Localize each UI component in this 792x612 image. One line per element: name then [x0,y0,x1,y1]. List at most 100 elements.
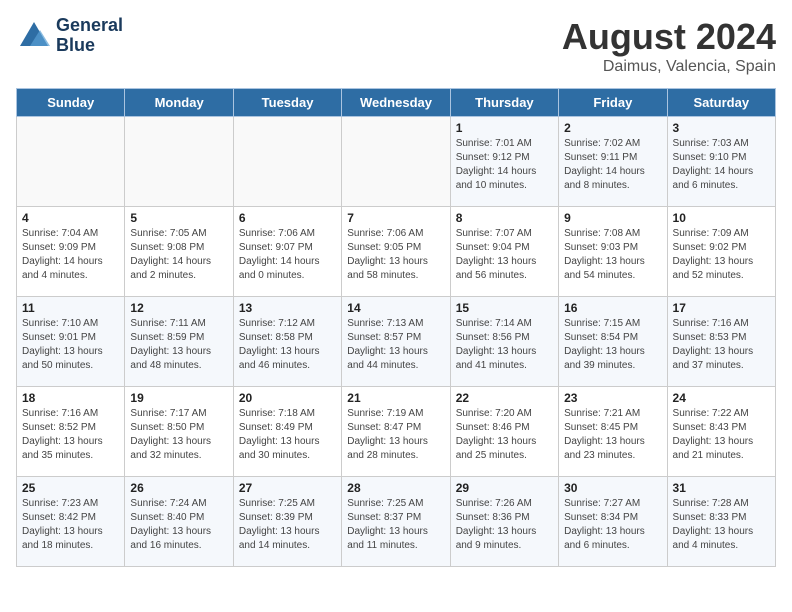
day-cell: 17 Sunrise: 7:16 AM Sunset: 8:53 PM Dayli… [667,297,775,387]
day-info: Sunrise: 7:03 AM Sunset: 9:10 PM Dayligh… [673,137,770,193]
day-number: 26 [130,481,227,495]
day-cell: 9 Sunrise: 7:08 AM Sunset: 9:03 PM Daylig… [559,207,667,297]
day-cell: 6Sunrise: 7:06 AM Sunset: 9:07 PM Daylig… [233,207,341,297]
day-number: 3 [673,121,770,135]
day-cell: 1 Sunrise: 7:01 AM Sunset: 9:12 PM Daylig… [450,117,558,207]
day-cell: 20 Sunrise: 7:18 AM Sunset: 8:49 PM Dayli… [233,387,341,477]
day-number: 22 [456,391,553,405]
calendar-table: SundayMondayTuesdayWednesdayThursdayFrid… [16,88,776,567]
day-info: Sunrise: 7:26 AM Sunset: 8:36 PM Dayligh… [456,497,553,553]
day-number: 19 [130,391,227,405]
day-cell: 28 Sunrise: 7:25 AM Sunset: 8:37 PM Dayli… [342,477,450,567]
weekday-header-wednesday: Wednesday [342,89,450,117]
day-info: Sunrise: 7:25 AM Sunset: 8:39 PM Dayligh… [239,497,336,553]
day-info: Sunrise: 7:13 AM Sunset: 8:57 PM Dayligh… [347,317,444,373]
day-cell: 3 Sunrise: 7:03 AM Sunset: 9:10 PM Daylig… [667,117,775,207]
location-subtitle: Daimus, Valencia, Spain [562,58,776,76]
logo: General Blue [16,16,123,56]
day-info: Sunrise: 7:18 AM Sunset: 8:49 PM Dayligh… [239,407,336,463]
day-info: Sunrise: 7:25 AM Sunset: 8:37 PM Dayligh… [347,497,444,553]
day-number: 2 [564,121,661,135]
week-row-4: 18 Sunrise: 7:16 AM Sunset: 8:52 PM Dayli… [17,387,776,477]
weekday-header-tuesday: Tuesday [233,89,341,117]
day-cell: 11Sunrise: 7:10 AM Sunset: 9:01 PM Dayli… [17,297,125,387]
day-cell: 10Sunrise: 7:09 AM Sunset: 9:02 PM Dayli… [667,207,775,297]
day-cell [125,117,233,207]
day-cell: 25 Sunrise: 7:23 AM Sunset: 8:42 PM Dayli… [17,477,125,567]
day-number: 7 [347,211,444,225]
day-number: 13 [239,301,336,315]
logo-icon [16,18,52,54]
day-cell: 22 Sunrise: 7:20 AM Sunset: 8:46 PM Dayli… [450,387,558,477]
day-cell: 16 Sunrise: 7:15 AM Sunset: 8:54 PM Dayli… [559,297,667,387]
day-info: Sunrise: 7:05 AM Sunset: 9:08 PM Dayligh… [130,227,227,283]
day-cell: 12 Sunrise: 7:11 AM Sunset: 8:59 PM Dayli… [125,297,233,387]
day-info: Sunrise: 7:17 AM Sunset: 8:50 PM Dayligh… [130,407,227,463]
day-cell: 15Sunrise: 7:14 AM Sunset: 8:56 PM Dayli… [450,297,558,387]
day-info: Sunrise: 7:08 AM Sunset: 9:03 PM Dayligh… [564,227,661,283]
day-number: 16 [564,301,661,315]
day-info: Sunrise: 7:16 AM Sunset: 8:52 PM Dayligh… [22,407,119,463]
week-row-3: 11Sunrise: 7:10 AM Sunset: 9:01 PM Dayli… [17,297,776,387]
day-cell [17,117,125,207]
day-cell [233,117,341,207]
day-number: 9 [564,211,661,225]
day-cell: 7Sunrise: 7:06 AM Sunset: 9:05 PM Daylig… [342,207,450,297]
day-number: 18 [22,391,119,405]
day-info: Sunrise: 7:16 AM Sunset: 8:53 PM Dayligh… [673,317,770,373]
day-info: Sunrise: 7:04 AM Sunset: 9:09 PM Dayligh… [22,227,119,283]
day-cell: 30 Sunrise: 7:27 AM Sunset: 8:34 PM Dayli… [559,477,667,567]
day-info: Sunrise: 7:09 AM Sunset: 9:02 PM Dayligh… [673,227,770,283]
weekday-header-row: SundayMondayTuesdayWednesdayThursdayFrid… [17,89,776,117]
title-block: August 2024 Daimus, Valencia, Spain [562,16,776,76]
day-number: 20 [239,391,336,405]
week-row-2: 4 Sunrise: 7:04 AM Sunset: 9:09 PM Daylig… [17,207,776,297]
day-info: Sunrise: 7:21 AM Sunset: 8:45 PM Dayligh… [564,407,661,463]
day-number: 11 [22,301,119,315]
day-number: 1 [456,121,553,135]
day-number: 27 [239,481,336,495]
day-cell: 13 Sunrise: 7:12 AM Sunset: 8:58 PM Dayli… [233,297,341,387]
day-info: Sunrise: 7:27 AM Sunset: 8:34 PM Dayligh… [564,497,661,553]
day-number: 12 [130,301,227,315]
day-number: 23 [564,391,661,405]
day-info: Sunrise: 7:20 AM Sunset: 8:46 PM Dayligh… [456,407,553,463]
week-row-5: 25 Sunrise: 7:23 AM Sunset: 8:42 PM Dayli… [17,477,776,567]
day-cell: 27 Sunrise: 7:25 AM Sunset: 8:39 PM Dayli… [233,477,341,567]
day-info: Sunrise: 7:12 AM Sunset: 8:58 PM Dayligh… [239,317,336,373]
day-number: 25 [22,481,119,495]
day-info: Sunrise: 7:15 AM Sunset: 8:54 PM Dayligh… [564,317,661,373]
day-info: Sunrise: 7:24 AM Sunset: 8:40 PM Dayligh… [130,497,227,553]
day-cell: 8Sunrise: 7:07 AM Sunset: 9:04 PM Daylig… [450,207,558,297]
day-number: 28 [347,481,444,495]
day-number: 29 [456,481,553,495]
weekday-header-saturday: Saturday [667,89,775,117]
day-cell: 2 Sunrise: 7:02 AM Sunset: 9:11 PM Daylig… [559,117,667,207]
day-cell: 21 Sunrise: 7:19 AM Sunset: 8:47 PM Dayli… [342,387,450,477]
weekday-header-friday: Friday [559,89,667,117]
day-info: Sunrise: 7:11 AM Sunset: 8:59 PM Dayligh… [130,317,227,373]
page-header: General Blue August 2024 Daimus, Valenci… [16,16,776,76]
day-cell [342,117,450,207]
day-info: Sunrise: 7:23 AM Sunset: 8:42 PM Dayligh… [22,497,119,553]
day-number: 15 [456,301,553,315]
day-number: 4 [22,211,119,225]
day-info: Sunrise: 7:01 AM Sunset: 9:12 PM Dayligh… [456,137,553,193]
day-cell: 29 Sunrise: 7:26 AM Sunset: 8:36 PM Dayli… [450,477,558,567]
day-number: 21 [347,391,444,405]
day-cell: 5 Sunrise: 7:05 AM Sunset: 9:08 PM Daylig… [125,207,233,297]
day-info: Sunrise: 7:19 AM Sunset: 8:47 PM Dayligh… [347,407,444,463]
day-number: 17 [673,301,770,315]
day-info: Sunrise: 7:02 AM Sunset: 9:11 PM Dayligh… [564,137,661,193]
day-number: 30 [564,481,661,495]
day-cell: 19 Sunrise: 7:17 AM Sunset: 8:50 PM Dayli… [125,387,233,477]
day-number: 6 [239,211,336,225]
day-cell: 4 Sunrise: 7:04 AM Sunset: 9:09 PM Daylig… [17,207,125,297]
day-cell: 23 Sunrise: 7:21 AM Sunset: 8:45 PM Dayli… [559,387,667,477]
day-cell: 18 Sunrise: 7:16 AM Sunset: 8:52 PM Dayli… [17,387,125,477]
day-info: Sunrise: 7:22 AM Sunset: 8:43 PM Dayligh… [673,407,770,463]
day-number: 5 [130,211,227,225]
day-number: 8 [456,211,553,225]
week-row-1: 1 Sunrise: 7:01 AM Sunset: 9:12 PM Daylig… [17,117,776,207]
weekday-header-monday: Monday [125,89,233,117]
